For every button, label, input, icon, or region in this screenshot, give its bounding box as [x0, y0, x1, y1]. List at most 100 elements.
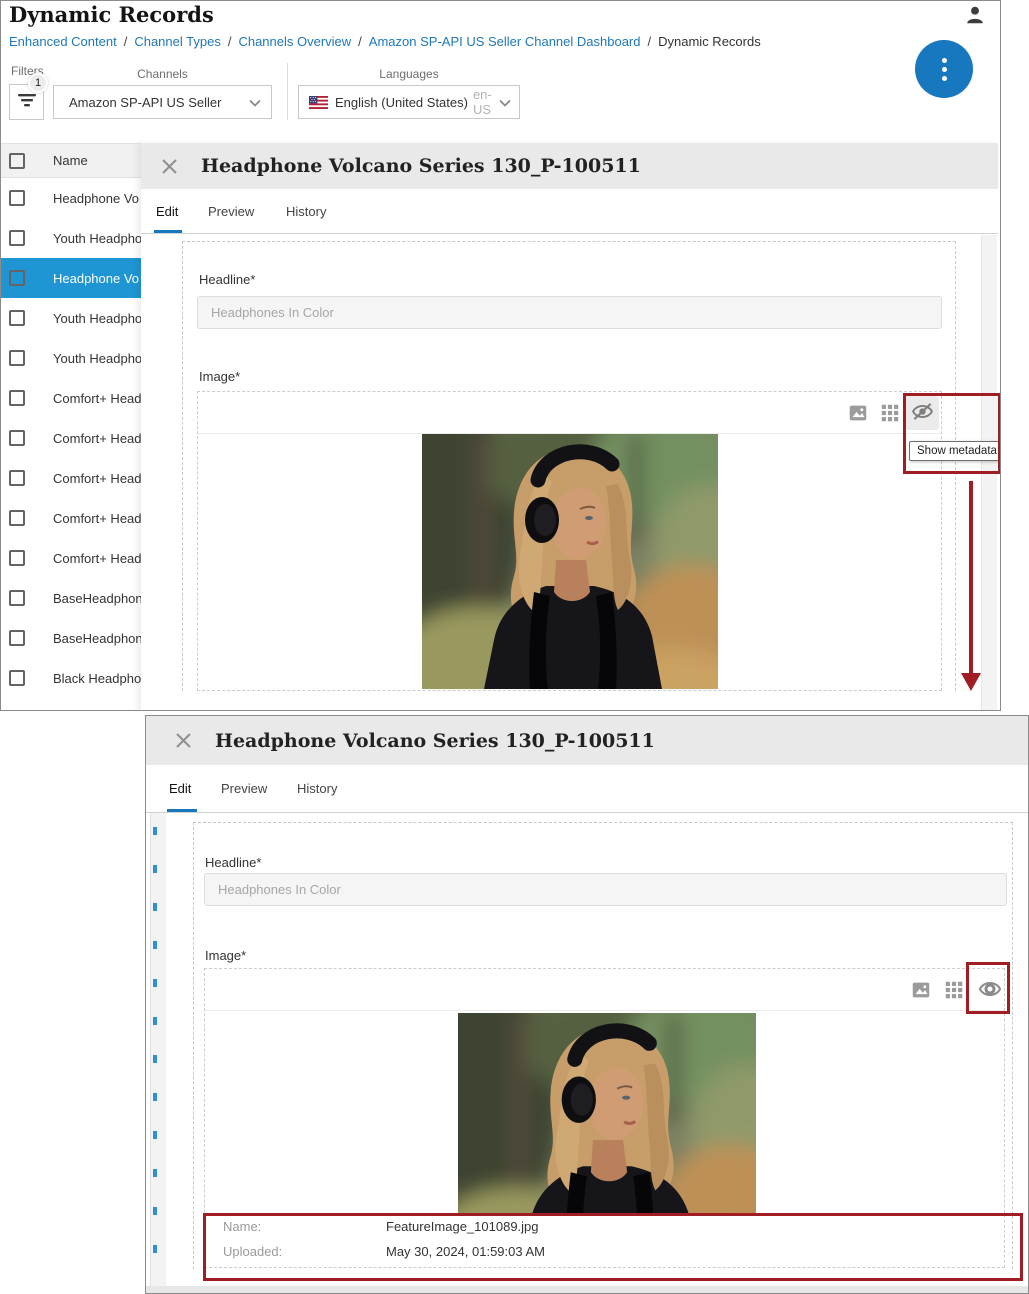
tab-preview[interactable]: Preview: [208, 189, 254, 233]
row-checkbox[interactable]: [9, 510, 25, 526]
headline-label: Headline*: [199, 272, 255, 287]
breadcrumb-separator: /: [358, 34, 362, 49]
list-remnant-mark: [153, 979, 157, 987]
row-checkbox[interactable]: [9, 310, 25, 326]
annotation-arrow-down: [969, 481, 973, 673]
panel-bottom-bar: [146, 1286, 1028, 1293]
list-remnant-mark: [153, 1207, 157, 1215]
row-checkbox[interactable]: [9, 190, 25, 206]
tab-preview[interactable]: Preview: [221, 765, 267, 812]
row-label: Comfort+ Head: [53, 511, 141, 526]
breadcrumb-separator: /: [648, 34, 652, 49]
breadcrumb-link-channel-types[interactable]: Channel Types: [134, 34, 221, 49]
row-checkbox[interactable]: [9, 390, 25, 406]
headline-label: Headline*: [205, 855, 261, 870]
annotation-box-eye-button: [966, 962, 1010, 1014]
row-checkbox[interactable]: [9, 230, 25, 246]
table-row[interactable]: Comfort+ Head: [1, 498, 141, 538]
account-icon[interactable]: [964, 4, 986, 26]
table-row[interactable]: Comfort+ Head: [1, 538, 141, 578]
grid-dots-icon[interactable]: [943, 979, 965, 1001]
picture-icon[interactable]: [910, 979, 932, 1001]
languages-locale: en-US: [473, 87, 499, 117]
tab-history[interactable]: History: [286, 189, 326, 233]
list-remnant-mark: [153, 1093, 157, 1101]
table-row[interactable]: Youth Headpho: [1, 218, 141, 258]
table-row[interactable]: Comfort+ Head: [1, 378, 141, 418]
row-label: Youth Headpho: [53, 231, 141, 246]
row-checkbox[interactable]: [9, 670, 25, 686]
breadcrumb-link-channels-overview[interactable]: Channels Overview: [238, 34, 351, 49]
row-checkbox[interactable]: [9, 550, 25, 566]
list-remnant-mark: [153, 1055, 157, 1063]
list-remnant-strip: [150, 813, 166, 1286]
row-checkbox[interactable]: [9, 270, 25, 286]
row-label: BaseHeadphon: [53, 631, 141, 646]
result-screenshot: Headphone Volcano Series 130_P-100511 Ed…: [145, 715, 1029, 1294]
image-label: Image*: [199, 369, 240, 384]
chevron-down-icon: [249, 95, 261, 110]
us-flag-icon: [309, 96, 328, 109]
breadcrumb: Enhanced Content / Channel Types / Chann…: [9, 34, 761, 49]
breadcrumb-link-channel-dashboard[interactable]: Amazon SP-API US Seller Channel Dashboar…: [369, 34, 641, 49]
headline-input[interactable]: [204, 873, 1007, 906]
list-remnant-mark: [153, 1131, 157, 1139]
row-checkbox[interactable]: [9, 590, 25, 606]
product-photo: [458, 1013, 756, 1215]
product-photo: [422, 434, 718, 689]
table-row[interactable]: BaseHeadphon: [1, 578, 141, 618]
languages-select[interactable]: English (United States) en-US: [298, 85, 520, 119]
table-row[interactable]: Black Headpho: [1, 658, 141, 698]
table-row[interactable]: Comfort+ Head: [1, 418, 141, 458]
breadcrumb-current: Dynamic Records: [658, 34, 761, 49]
table-row-partial[interactable]: [1, 698, 141, 711]
list-remnant-mark: [153, 903, 157, 911]
tab-edit[interactable]: Edit: [169, 765, 191, 812]
table-row-selected[interactable]: Headphone Vo: [1, 258, 141, 298]
breadcrumb-link-enhanced-content[interactable]: Enhanced Content: [9, 34, 117, 49]
row-label: BaseHeadphon: [53, 591, 141, 606]
record-title: Headphone Volcano Series 130_P-100511: [201, 155, 641, 177]
tab-edit[interactable]: Edit: [156, 189, 178, 233]
channels-select[interactable]: Amazon SP-API US Seller: [53, 85, 272, 119]
channels-value: Amazon SP-API US Seller: [69, 95, 249, 110]
annotation-arrow-head: [961, 673, 981, 691]
picture-icon[interactable]: [847, 402, 869, 424]
table-row[interactable]: Youth Headpho: [1, 338, 141, 378]
select-all-checkbox[interactable]: [9, 153, 25, 169]
row-checkbox[interactable]: [9, 350, 25, 366]
image-toolbar: [198, 392, 941, 434]
row-label: Headphone Vo: [53, 191, 139, 206]
main-screenshot: Dynamic Records Enhanced Content / Chann…: [0, 0, 1001, 711]
more-actions-fab[interactable]: [915, 40, 973, 98]
row-checkbox[interactable]: [9, 430, 25, 446]
list-remnant-mark: [153, 1245, 157, 1253]
active-tab-underline: [154, 230, 182, 233]
breadcrumb-separator: /: [124, 34, 128, 49]
close-button[interactable]: [172, 730, 194, 752]
table-row[interactable]: Youth Headpho: [1, 298, 141, 338]
tab-bar: Edit Preview History: [141, 189, 998, 234]
row-checkbox[interactable]: [9, 470, 25, 486]
close-button[interactable]: [158, 155, 180, 177]
grid-dots-icon[interactable]: [879, 402, 901, 424]
channels-label: Channels: [53, 67, 272, 81]
languages-value: English (United States): [335, 95, 468, 110]
list-remnant-mark: [153, 1017, 157, 1025]
table-row[interactable]: Comfort+ Head: [1, 458, 141, 498]
table-row[interactable]: BaseHeadphon: [1, 618, 141, 658]
row-checkbox[interactable]: [9, 710, 25, 711]
list-remnant-mark: [153, 827, 157, 835]
record-panel-header: Headphone Volcano Series 130_P-100511: [141, 143, 998, 189]
filter-icon: [17, 93, 37, 111]
headline-input[interactable]: [197, 296, 942, 329]
row-checkbox[interactable]: [9, 630, 25, 646]
table-row[interactable]: Headphone Vo: [1, 178, 141, 218]
row-label: Black Headpho: [53, 671, 141, 686]
tab-bar: Edit Preview History: [146, 765, 1028, 813]
tab-history[interactable]: History: [297, 765, 337, 812]
vertical-ellipsis-icon: [942, 58, 947, 81]
record-panel-header: Headphone Volcano Series 130_P-100511: [146, 716, 1028, 765]
row-label: Headphone Vo: [53, 271, 139, 286]
active-tab-underline: [167, 809, 197, 812]
